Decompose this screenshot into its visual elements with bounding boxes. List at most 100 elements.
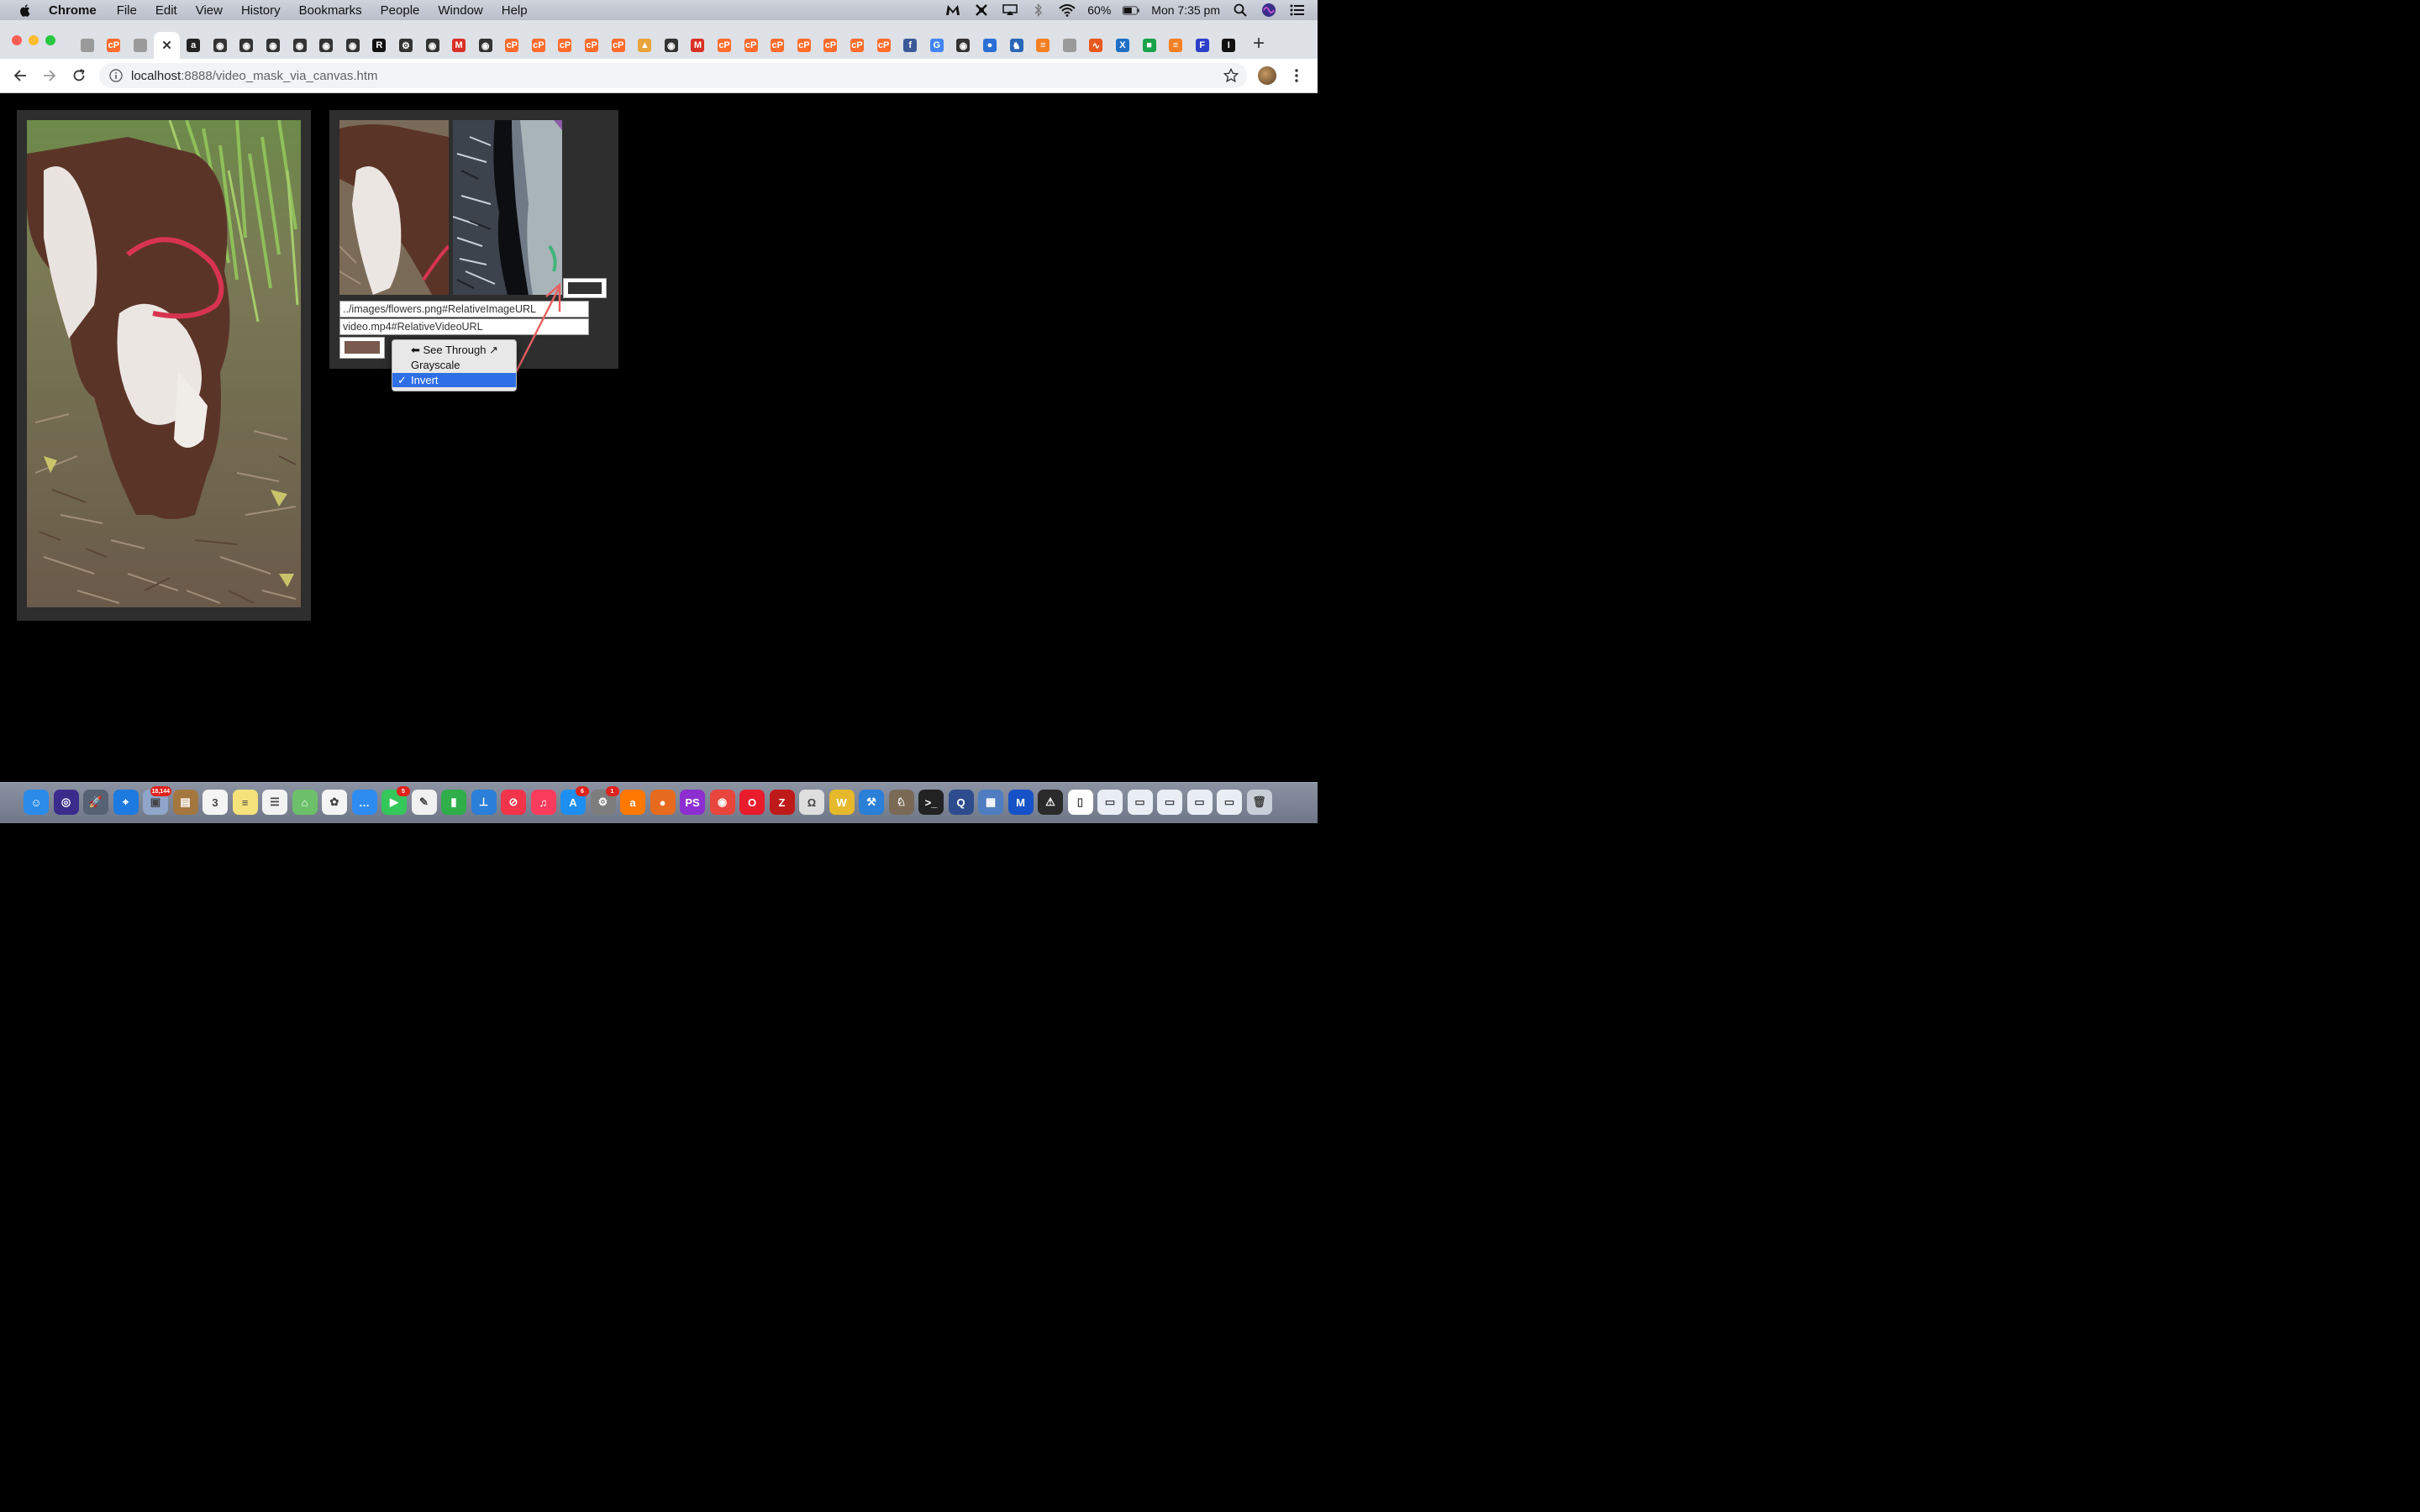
browser-tab[interactable]: a bbox=[180, 32, 207, 59]
terminal-icon[interactable]: >_ bbox=[918, 790, 944, 815]
crossover-status-icon[interactable] bbox=[973, 3, 990, 17]
browser-tab[interactable]: ▲ bbox=[631, 32, 658, 59]
wireshark-icon[interactable]: W bbox=[829, 790, 855, 815]
browser-tab[interactable]: f bbox=[897, 32, 923, 59]
reload-button[interactable] bbox=[69, 66, 89, 86]
window-zoom-button[interactable] bbox=[45, 35, 55, 45]
photos-icon[interactable]: ✿ bbox=[322, 790, 347, 815]
trash-icon[interactable]: 🗑 bbox=[1246, 790, 1272, 815]
browser-tab[interactable]: cP bbox=[871, 32, 897, 59]
browser-tab[interactable]: cP bbox=[818, 32, 844, 59]
siri-icon[interactable]: ◎ bbox=[53, 790, 79, 815]
browser-tab[interactable]: ◉ bbox=[313, 32, 339, 59]
dog-video[interactable] bbox=[27, 120, 301, 607]
calendar-icon[interactable]: 3 bbox=[203, 790, 228, 815]
browser-tab[interactable]: cP bbox=[552, 32, 579, 59]
masked-canvas[interactable] bbox=[453, 120, 562, 295]
chrome-icon[interactable]: ◉ bbox=[709, 790, 735, 815]
browser-tab[interactable]: ≡ bbox=[1029, 32, 1056, 59]
browser-tab[interactable]: cP bbox=[791, 32, 818, 59]
menu-help[interactable]: Help bbox=[502, 3, 528, 18]
malwarebytes-status-icon[interactable] bbox=[944, 3, 961, 17]
browser-tab[interactable]: ◉ bbox=[419, 32, 446, 59]
browser-tab[interactable]: cP bbox=[605, 32, 632, 59]
color-picker[interactable] bbox=[339, 337, 385, 359]
browser-tab[interactable]: M bbox=[685, 32, 712, 59]
notes-icon[interactable]: ≡ bbox=[232, 790, 258, 815]
browser-tab[interactable]: cP bbox=[764, 32, 791, 59]
news-icon[interactable]: ⊘ bbox=[501, 790, 526, 815]
new-tab-button[interactable]: + bbox=[1249, 32, 1269, 55]
option-invert[interactable]: ✓ Invert bbox=[392, 373, 516, 387]
firefox-icon[interactable]: ● bbox=[650, 790, 676, 815]
document-icon[interactable]: ▭ bbox=[1157, 790, 1182, 815]
finder-icon[interactable]: ☺ bbox=[24, 790, 49, 815]
menu-file[interactable]: File bbox=[117, 3, 137, 18]
menu-people[interactable]: People bbox=[381, 3, 420, 18]
battery-percent[interactable]: 60% bbox=[1087, 3, 1111, 17]
browser-tab[interactable]: cP bbox=[578, 32, 605, 59]
chrome-menu-button[interactable] bbox=[1289, 67, 1304, 84]
messages-icon[interactable]: … bbox=[351, 790, 377, 815]
browser-tab[interactable]: cP bbox=[525, 32, 552, 59]
document-icon[interactable]: ▭ bbox=[1186, 790, 1213, 815]
bluetooth-icon[interactable] bbox=[1030, 3, 1047, 17]
window-close-button[interactable] bbox=[12, 35, 22, 45]
menu-app-name[interactable]: Chrome bbox=[49, 3, 97, 18]
keynote-icon[interactable]: ⊥ bbox=[471, 790, 497, 815]
textedit-icon[interactable]: ✎ bbox=[411, 790, 437, 815]
menu-view[interactable]: View bbox=[196, 3, 223, 18]
browser-tab[interactable]: ◉ bbox=[339, 32, 366, 59]
avast-icon[interactable]: a bbox=[620, 790, 645, 815]
appstore-icon[interactable]: A6 bbox=[560, 786, 589, 815]
reminders-icon[interactable]: ☰ bbox=[262, 790, 287, 815]
siri-icon[interactable] bbox=[1260, 3, 1277, 17]
xcode-icon[interactable]: ⚒ bbox=[859, 790, 884, 815]
sequel-icon[interactable]: Ω bbox=[799, 790, 824, 815]
site-info-icon[interactable] bbox=[109, 69, 123, 82]
spotlight-search-icon[interactable] bbox=[1232, 3, 1249, 17]
console-icon[interactable]: ⚠ bbox=[1038, 790, 1063, 815]
browser-tab[interactable]: ∿ bbox=[1083, 32, 1110, 59]
address-bar[interactable]: localhost:8888/video_mask_via_canvas.htm bbox=[99, 63, 1247, 88]
music-icon[interactable]: ♫ bbox=[530, 790, 556, 815]
menu-history[interactable]: History bbox=[241, 3, 281, 18]
gimp-icon[interactable]: ♘ bbox=[888, 790, 914, 815]
menu-window[interactable]: Window bbox=[438, 3, 482, 18]
browser-tab[interactable]: ♞ bbox=[1003, 32, 1030, 59]
facetime-icon[interactable]: ▶ 5 bbox=[381, 786, 410, 815]
document-icon[interactable]: ▯ bbox=[1067, 790, 1093, 815]
apple-icon[interactable] bbox=[18, 3, 32, 17]
notification-center-icon[interactable] bbox=[1289, 3, 1306, 17]
document-icon[interactable]: ▭ bbox=[1127, 790, 1153, 815]
forward-button[interactable] bbox=[39, 66, 60, 86]
menubar-clock[interactable]: Mon 7:35 pm bbox=[1151, 3, 1220, 17]
browser-tab[interactable] bbox=[74, 32, 101, 59]
browser-tab[interactable] bbox=[127, 32, 154, 59]
browser-tab[interactable]: ⚙ bbox=[392, 32, 419, 59]
option-grayscale[interactable]: Grayscale bbox=[392, 358, 516, 372]
browser-tab[interactable]: ◉ bbox=[234, 32, 260, 59]
menu-bookmarks[interactable]: Bookmarks bbox=[299, 3, 362, 18]
option-see-through[interactable]: ⬅ See Through ↗ bbox=[392, 343, 516, 357]
browser-tab[interactable]: R bbox=[366, 32, 393, 59]
browser-tab[interactable]: cP bbox=[711, 32, 738, 59]
browser-tab[interactable]: M bbox=[445, 32, 472, 59]
browser-tab[interactable]: X bbox=[1109, 32, 1136, 59]
browser-tab[interactable]: ✕ bbox=[153, 32, 181, 59]
browser-tab[interactable]: cP bbox=[844, 32, 871, 59]
bookmark-star-icon[interactable] bbox=[1223, 68, 1239, 83]
battery-icon[interactable] bbox=[1123, 3, 1139, 17]
wifi-icon[interactable] bbox=[1059, 3, 1076, 17]
browser-tab[interactable]: ◉ bbox=[472, 32, 499, 59]
browser-tab[interactable]: cP bbox=[499, 32, 526, 59]
browser-tab[interactable]: G bbox=[923, 32, 950, 59]
browser-tab[interactable]: cP bbox=[738, 32, 765, 59]
filter-select-dropdown[interactable]: ⬅ See Through ↗ Grayscale ✓ Invert bbox=[392, 339, 517, 391]
profile-avatar[interactable] bbox=[1258, 66, 1276, 85]
preview-icon[interactable]: ▣ 18,144 bbox=[143, 786, 171, 815]
opera-icon[interactable]: O bbox=[739, 790, 765, 815]
browser-tab[interactable]: ≡ bbox=[1162, 32, 1189, 59]
browser-tab[interactable]: ◉ bbox=[207, 32, 234, 59]
quicktime-icon[interactable]: Q bbox=[948, 790, 974, 815]
